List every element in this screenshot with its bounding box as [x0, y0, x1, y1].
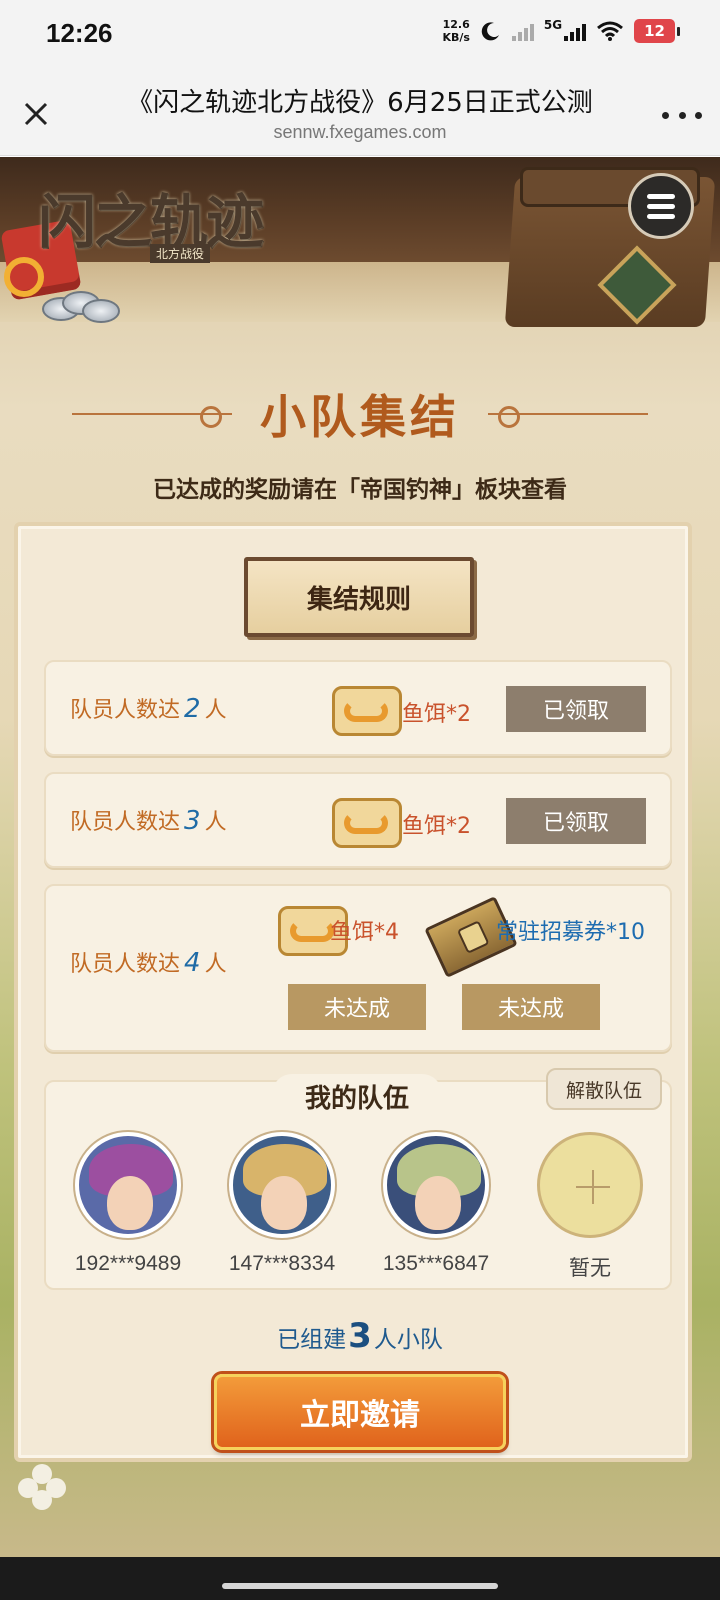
reward-row: 队员人数达 3 人 鱼饵*2 已领取	[44, 772, 672, 868]
team-member: 147***8334	[222, 1132, 342, 1276]
member-id: 147***8334	[228, 1252, 336, 1275]
wifi-icon	[597, 21, 624, 41]
page-url: sennw.fxegames.com	[273, 122, 447, 142]
reward-item-text: 鱼饵*2	[402, 702, 471, 727]
disband-team-button[interactable]: 解散队伍	[546, 1068, 662, 1110]
team-status-suffix: 人小队	[373, 1327, 443, 1353]
condition-suffix: 人	[204, 810, 227, 835]
avatar	[229, 1132, 335, 1238]
claimed-button[interactable]: 已领取	[506, 798, 646, 844]
section-header: 小队集结	[0, 379, 720, 449]
member-id: 192***9489	[74, 1252, 182, 1275]
rules-button[interactable]: 集结规则	[244, 557, 474, 637]
team-status-prefix: 已组建	[277, 1327, 347, 1353]
condition-count: 2	[184, 694, 201, 724]
net-speed-value: 12.6	[442, 18, 470, 31]
home-indicator[interactable]	[222, 1583, 498, 1589]
condition-count: 3	[184, 806, 201, 836]
condition-prefix: 队员人数达	[70, 810, 181, 835]
avatar	[75, 1132, 181, 1238]
team-status: 已组建3人小队	[0, 1316, 720, 1356]
silver-coins-icon	[42, 287, 122, 327]
team-member: 135***6847	[376, 1132, 496, 1276]
close-icon[interactable]	[18, 96, 54, 132]
member-id: 暂无	[569, 1257, 611, 1280]
avatar	[383, 1132, 489, 1238]
network-type: 5G	[543, 18, 563, 32]
condition-suffix: 人	[204, 952, 227, 977]
reward-row: 队员人数达 2 人 鱼饵*2 已领取	[44, 660, 672, 756]
not-achieved-button[interactable]: 未达成	[288, 984, 426, 1030]
status-icons: 12.6 KB/s 5G 12	[442, 18, 680, 44]
claimed-button[interactable]: 已领取	[506, 686, 646, 732]
navigation-bar	[0, 1557, 720, 1600]
reward-condition: 队员人数达 3 人	[70, 804, 227, 836]
team-title: 我的队伍	[272, 1074, 442, 1118]
reward-condition: 队员人数达 2 人	[70, 692, 227, 724]
net-speed-unit: KB/s	[442, 31, 470, 44]
net-speed: 12.6 KB/s	[442, 18, 469, 44]
bait-box-icon	[332, 790, 404, 850]
invite-button[interactable]: 立即邀请	[214, 1374, 506, 1450]
not-achieved-button[interactable]: 未达成	[462, 984, 600, 1030]
section-subtitle: 已达成的奖励请在「帝国钓神」板块查看	[153, 477, 567, 503]
menu-button[interactable]	[628, 173, 694, 239]
condition-prefix: 队员人数达	[70, 952, 181, 977]
condition-suffix: 人	[204, 698, 227, 723]
member-id: 135***6847	[382, 1252, 490, 1275]
reward-condition: 队员人数达 4 人	[70, 946, 227, 978]
team-member: 192***9489	[68, 1132, 188, 1276]
ornament-right-icon	[488, 404, 648, 428]
condition-prefix: 队员人数达	[70, 698, 181, 723]
add-member-icon[interactable]	[537, 1132, 643, 1238]
status-bar: 12:26 12.6 KB/s 5G 12	[0, 0, 720, 72]
reward-item-text: 鱼饵*2	[402, 814, 471, 839]
bait-box-icon	[332, 678, 404, 738]
moon-icon	[481, 22, 499, 41]
team-member-empty: 暂无	[530, 1132, 650, 1282]
ribbon-icon	[4, 257, 44, 297]
reward-item-text: 鱼饵*4	[330, 920, 399, 945]
signal-off-icon	[511, 21, 534, 41]
signal-icon	[564, 21, 587, 41]
reward-row: 队员人数达 4 人 鱼饵*4 常驻招募券*10 未达成 未达成	[44, 884, 672, 1052]
ornament-left-icon	[72, 404, 232, 428]
more-options-button[interactable]	[662, 100, 702, 130]
team-status-count: 3	[348, 1316, 372, 1356]
reward-item-text: 常驻招募券*10	[496, 920, 645, 945]
battery-icon: 12	[634, 19, 680, 43]
page-title: 《闪之轨迹北方战役》6月25日正式公测	[127, 88, 593, 118]
section-title: 小队集结	[260, 390, 460, 444]
game-logo-subtitle: 北方战役	[150, 244, 211, 263]
browser-header: 《闪之轨迹北方战役》6月25日正式公测 sennw.fxegames.com	[0, 72, 720, 156]
battery-level: 12	[634, 19, 675, 43]
condition-count: 4	[184, 948, 201, 978]
status-time: 12:26	[46, 18, 113, 48]
flower-icon	[18, 1464, 68, 1514]
